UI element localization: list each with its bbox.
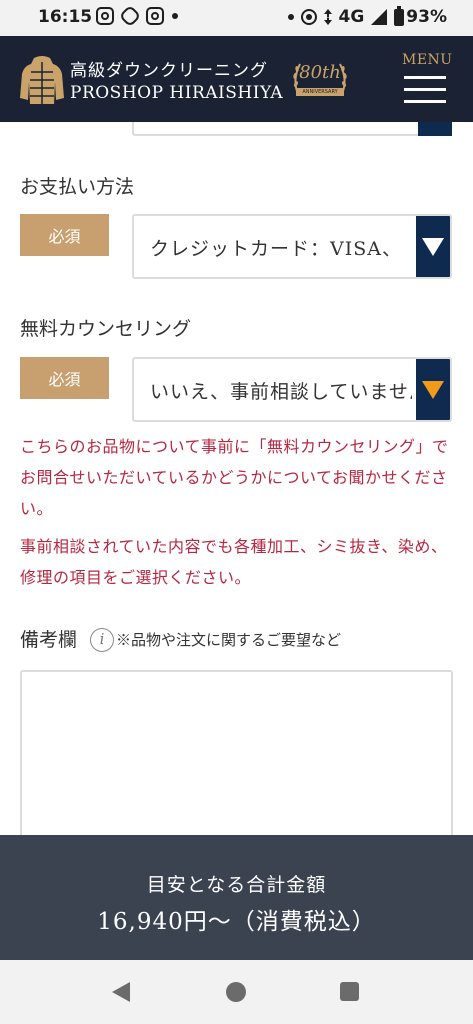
status-bar: 16:15 4G 93%	[0, 0, 473, 36]
sync-icon	[118, 4, 142, 28]
triangle-down-icon	[422, 238, 444, 256]
dot-icon	[172, 13, 178, 19]
remarks-hint: ※品物や注文に関するご要望など	[116, 631, 342, 649]
select-arrow-icon	[418, 122, 452, 136]
battery-percent: 93%	[406, 7, 447, 27]
counseling-value: いいえ、事前相談していません	[150, 381, 412, 403]
signal-icon	[371, 9, 388, 25]
payment-method-value: クレジットカード：VISA、	[150, 238, 402, 260]
info-icon[interactable]: i	[90, 628, 114, 652]
triangle-down-icon	[422, 381, 444, 399]
badge-text: ANNIVERSARY	[302, 89, 338, 95]
payment-method-select[interactable]: クレジットカード：VISA、	[132, 214, 452, 279]
instagram-icon	[96, 7, 114, 25]
status-time: 16:15	[38, 7, 93, 27]
down-jacket-logo-icon[interactable]	[20, 54, 64, 106]
anniversary-badge: 80th ANNIVERSARY	[288, 54, 352, 106]
remarks-label: 備考欄	[20, 629, 78, 651]
menu-button[interactable]: MENU	[398, 50, 452, 110]
counseling-select[interactable]: いいえ、事前相談していません	[132, 357, 452, 422]
counseling-note-2: 事前相談されていた内容でも各種加工、シミ抜き、染め、修理の項目をご選択ください。	[20, 537, 448, 587]
counseling-note: こちらのお品物について事前に「無料カウンセリング」でお問合せいただいているかどう…	[20, 437, 449, 518]
hotspot-icon	[300, 9, 317, 25]
select-arrow-button[interactable]	[416, 216, 450, 277]
total-value: 16,940円～（消費税込）	[97, 909, 376, 935]
order-form: お支払い方法 必須 クレジットカード：VISA、 無料カウンセリング 必須 いい…	[0, 122, 473, 835]
brand-name-en[interactable]: PROSHOP HIRAISHIYA	[70, 83, 283, 103]
hamburger-icon	[404, 100, 446, 103]
counseling-label: 無料カウンセリング	[20, 318, 192, 340]
dot-icon	[287, 14, 294, 20]
recents-icon[interactable]	[340, 982, 359, 1001]
site-header: 高級ダウンクリーニング PROSHOP HIRAISHIYA 80th ANNI…	[0, 36, 473, 122]
data-arrows-icon	[323, 9, 332, 25]
brand-name-jp[interactable]: 高級ダウンクリーニング	[70, 56, 268, 81]
back-icon[interactable]	[112, 982, 130, 1002]
system-icons: 4G 93%	[287, 5, 447, 27]
instagram-icon	[146, 7, 164, 25]
required-badge: 必須	[20, 214, 109, 256]
total-price-bar: 目安となる合計金額 16,940円～（消費税込）	[0, 835, 473, 960]
previous-select-field[interactable]	[132, 122, 452, 136]
required-badge: 必須	[20, 357, 109, 399]
remarks-textarea[interactable]	[20, 670, 453, 835]
menu-label: MENU	[402, 52, 453, 68]
badge-number: 80th	[299, 62, 341, 83]
hamburger-icon	[404, 88, 446, 91]
battery-icon	[394, 5, 405, 26]
select-arrow-button[interactable]	[416, 359, 450, 420]
payment-method-label: お支払い方法	[20, 176, 135, 198]
system-nav-bar	[0, 960, 473, 1024]
total-label: 目安となる合計金額	[146, 874, 327, 896]
notification-icons	[96, 4, 178, 28]
hamburger-icon	[404, 76, 446, 79]
network-type: 4G	[338, 7, 365, 27]
home-icon[interactable]	[226, 982, 246, 1002]
